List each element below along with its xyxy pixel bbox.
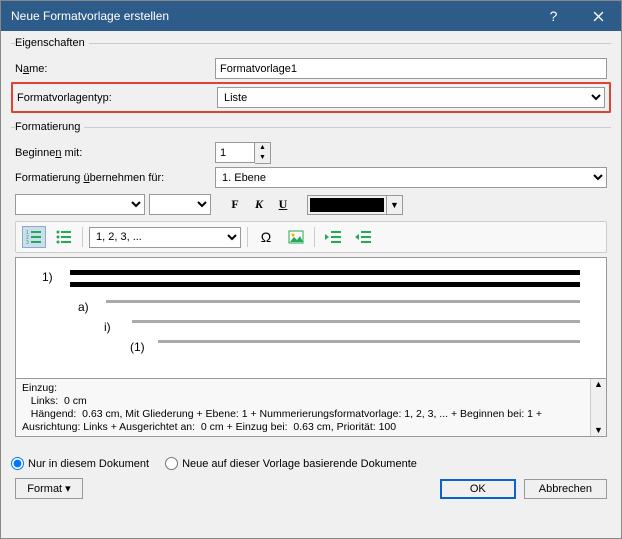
format-menu-button[interactable]: Format ▾	[15, 478, 83, 499]
scroll-up-icon[interactable]: ▲	[594, 379, 603, 390]
preview-item: i)	[104, 320, 580, 334]
name-row: Name:	[15, 58, 607, 79]
list-toolbar: 123 1, 2, 3, ... Ω	[15, 221, 607, 253]
startat-label: Beginnen mit:	[15, 147, 215, 159]
scope-radios: Nur in diesem Dokument Neue auf dieser V…	[11, 457, 611, 470]
desc-scrollbar[interactable]: ▲▼	[590, 379, 606, 436]
startat-spinner[interactable]: ▲▼	[215, 142, 607, 164]
preview-num: i)	[104, 320, 132, 334]
close-icon	[593, 11, 604, 22]
picture-button[interactable]	[284, 226, 308, 248]
titlebar[interactable]: Neue Formatvorlage erstellen ?	[1, 1, 621, 31]
applyto-label: Formatierung übernehmen für:	[15, 172, 215, 184]
description-box: Einzug: Links: 0 cm Hängend: 0.63 cm, Mi…	[15, 379, 607, 437]
decrease-indent-icon	[325, 230, 341, 244]
increase-indent-button[interactable]	[351, 226, 375, 248]
startat-input[interactable]	[215, 142, 255, 163]
font-toolbar: F K U ▼	[15, 194, 607, 215]
formatting-group: Formatierung Beginnen mit: ▲▼ Formatieru…	[11, 121, 611, 441]
omega-icon: Ω	[261, 229, 271, 245]
spinner-buttons[interactable]: ▲▼	[255, 142, 271, 164]
desc-line: Links: 0 cm	[22, 395, 600, 408]
italic-button[interactable]: K	[249, 195, 269, 215]
footer: Format ▾ OK Abbrechen	[11, 478, 611, 503]
chevron-down-icon[interactable]: ▼	[386, 196, 402, 214]
applyto-select[interactable]: 1. Ebene	[215, 167, 607, 188]
decrease-indent-button[interactable]	[321, 226, 345, 248]
number-style-select[interactable]: 1, 2, 3, ...	[89, 227, 241, 248]
name-label: Name:	[15, 63, 215, 75]
type-label: Formatvorlagentyp:	[17, 92, 217, 104]
type-select[interactable]: Liste	[217, 87, 605, 108]
ok-button[interactable]: OK	[440, 479, 516, 499]
bulleted-list-icon	[56, 230, 72, 244]
preview-num: 1)	[42, 270, 70, 284]
type-row: Formatvorlagentyp: Liste	[11, 82, 611, 113]
numbered-list-icon: 123	[26, 230, 42, 244]
desc-line: Hängend: 0.63 cm, Mit Gliederung + Ebene…	[22, 408, 600, 421]
preview-item: a)	[78, 300, 580, 314]
svg-text:3: 3	[26, 240, 29, 244]
font-size-select[interactable]	[149, 194, 211, 215]
properties-legend: Eigenschaften	[15, 37, 89, 49]
scroll-down-icon[interactable]: ▼	[594, 425, 603, 436]
bold-button[interactable]: F	[225, 195, 245, 215]
font-family-select[interactable]	[15, 194, 145, 215]
preview-num: a)	[78, 300, 106, 314]
properties-group: Eigenschaften Name: Formatvorlagentyp: L…	[11, 37, 611, 117]
color-swatch	[310, 198, 384, 212]
spin-up[interactable]: ▲	[255, 143, 270, 153]
underline-button[interactable]: U	[273, 195, 293, 215]
dialog-title: Neue Formatvorlage erstellen	[11, 9, 531, 23]
picture-icon	[288, 230, 304, 244]
template-radio[interactable]: Neue auf dieser Vorlage basierende Dokum…	[165, 457, 417, 470]
font-color-picker[interactable]: ▼	[307, 195, 403, 215]
applyto-row: Formatierung übernehmen für: 1. Ebene	[15, 167, 607, 188]
help-button[interactable]: ?	[531, 1, 576, 31]
symbol-button[interactable]: Ω	[254, 226, 278, 248]
cancel-button[interactable]: Abbrechen	[524, 479, 607, 499]
increase-indent-icon	[355, 230, 371, 244]
separator	[82, 227, 83, 247]
close-button[interactable]	[576, 1, 621, 31]
desc-line: Ausrichtung: Links + Ausgerichtet an: 0 …	[22, 421, 600, 434]
separator	[247, 227, 248, 247]
formatting-legend: Formatierung	[15, 121, 84, 133]
preview-pane: 1) a) i) (1)	[15, 257, 607, 379]
only-doc-radio[interactable]: Nur in diesem Dokument	[11, 457, 149, 470]
desc-line: Einzug:	[22, 382, 600, 395]
numbered-list-button[interactable]: 123	[22, 226, 46, 248]
dialog: Neue Formatvorlage erstellen ? Eigenscha…	[0, 0, 622, 539]
spin-down[interactable]: ▼	[255, 153, 270, 163]
preview-item: 1)	[42, 270, 580, 294]
preview-item: (1)	[130, 340, 580, 354]
separator	[314, 227, 315, 247]
preview-num: (1)	[130, 340, 158, 354]
startat-row: Beginnen mit: ▲▼	[15, 142, 607, 164]
name-input[interactable]	[215, 58, 607, 79]
bulleted-list-button[interactable]	[52, 226, 76, 248]
content: Eigenschaften Name: Formatvorlagentyp: L…	[1, 31, 621, 538]
